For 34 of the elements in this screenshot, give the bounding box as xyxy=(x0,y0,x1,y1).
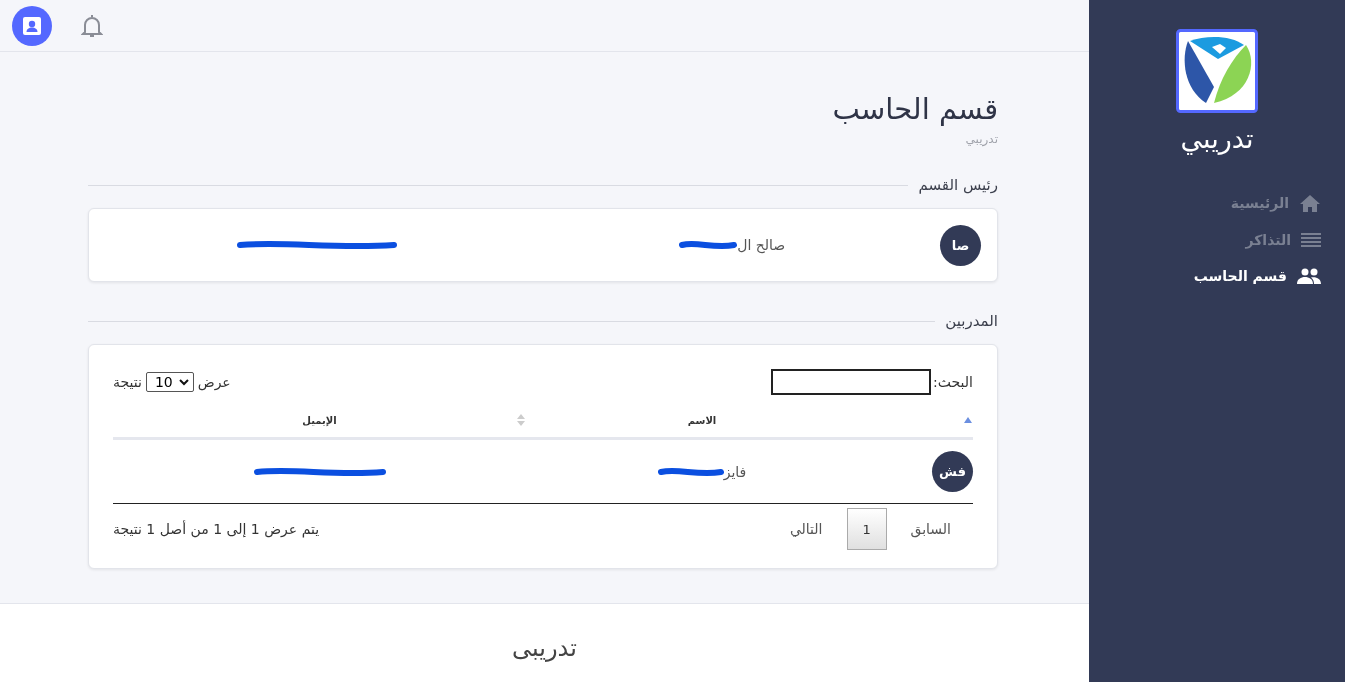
people-icon xyxy=(1297,268,1321,284)
chevron-down-icon xyxy=(178,378,189,386)
next-link[interactable]: التالي xyxy=(783,515,829,543)
bell-icon xyxy=(81,12,103,39)
sort-icon[interactable] xyxy=(516,413,526,427)
page-size-select[interactable]: 10 xyxy=(145,372,194,392)
nav-label: قسم الحاسب xyxy=(1193,268,1287,284)
profile-button[interactable] xyxy=(12,5,52,46)
home-icon xyxy=(1299,194,1321,212)
contact-card-icon xyxy=(22,15,42,36)
menu-icon xyxy=(1301,233,1321,247)
results-info: يتم عرض 1 إلى 1 من أصل 1 نتيجة xyxy=(113,521,320,537)
column-header: الاسم xyxy=(687,414,717,426)
page-button[interactable]: 1 xyxy=(846,508,887,550)
section-heading: رئيس القسم xyxy=(918,176,998,194)
nav-item[interactable]: قسم الحاسب xyxy=(1089,268,1321,284)
nav-label: التذاكر xyxy=(1245,232,1291,248)
avatar: فش xyxy=(932,451,973,492)
length-label: نتيجة xyxy=(113,374,142,390)
page-subtitle: تدريبي xyxy=(964,132,998,146)
length-label: عرض xyxy=(197,374,231,390)
brand-name: تدريبي xyxy=(1180,123,1254,154)
footer-brand: تدريبى xyxy=(512,634,577,664)
section-heading: المدربين xyxy=(945,312,998,330)
column-header: الإيميل xyxy=(302,414,337,426)
search-field[interactable] xyxy=(771,369,932,395)
trainer-name: فايز xyxy=(723,463,747,480)
avatar: صا xyxy=(940,224,981,266)
search-label: البحث: xyxy=(933,374,973,390)
page-title: قسم الحاسب xyxy=(831,92,998,126)
sort-ascending-icon[interactable] xyxy=(963,416,973,424)
person-name: صالح ال xyxy=(737,237,786,253)
previous-link[interactable]: السابق xyxy=(904,515,957,543)
nav-label: الرئيسية xyxy=(1230,195,1289,211)
